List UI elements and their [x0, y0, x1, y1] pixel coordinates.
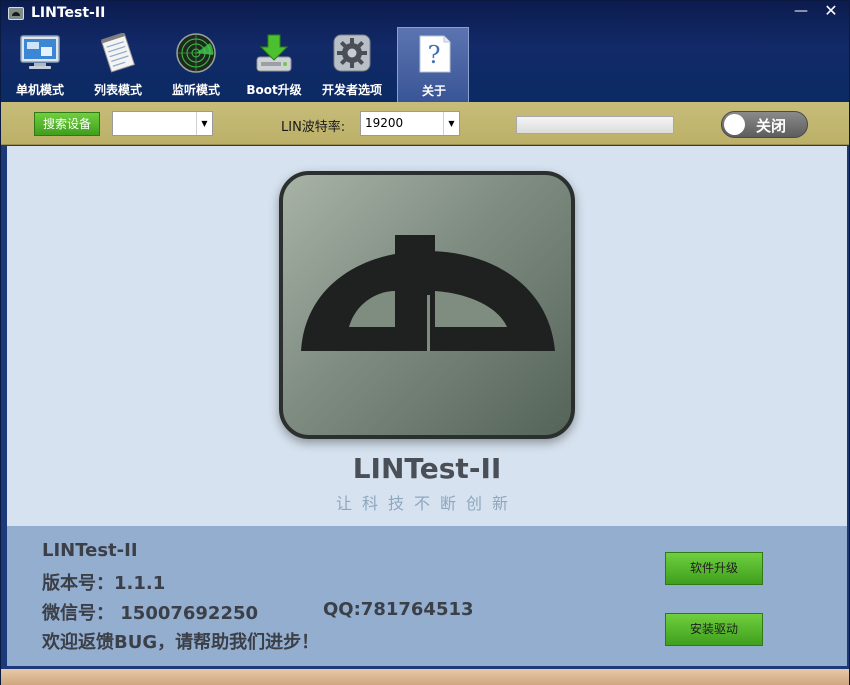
- tool-boot-upgrade[interactable]: Boot升级: [235, 27, 313, 102]
- info-app-name: LINTest-II: [42, 540, 138, 561]
- radar-icon: [176, 33, 216, 73]
- tool-standalone-mode[interactable]: 单机模式: [1, 27, 79, 102]
- tool-label: 单机模式: [15, 83, 64, 97]
- baud-rate-value: 19200: [365, 116, 404, 130]
- title-bar: LINTest-II — ✕: [1, 1, 849, 27]
- baud-rate-select[interactable]: 19200 ▼: [360, 111, 460, 136]
- download-drive-icon: [256, 34, 292, 72]
- info-panel: LINTest-II 版本号：1.1.1 微信号： 15007692250 QQ…: [7, 526, 847, 666]
- connection-toggle[interactable]: 关闭: [721, 111, 808, 138]
- toggle-label: 关闭: [756, 117, 787, 135]
- install-driver-button[interactable]: 安装驱动: [665, 613, 763, 646]
- info-feedback: 欢迎返馈BUG，请帮助我们进步！: [42, 632, 320, 653]
- app-name: LINTest-II: [352, 452, 502, 485]
- device-select[interactable]: ▼: [112, 111, 213, 136]
- toggle-knob: [724, 114, 745, 135]
- tool-label: 开发者选项: [321, 83, 382, 97]
- gear-icon: [333, 34, 371, 72]
- info-wechat: 微信号： 15007692250: [42, 603, 259, 624]
- notepad-icon: [101, 33, 135, 73]
- tool-list-mode[interactable]: 列表模式: [79, 27, 157, 102]
- chevron-down-icon: ▼: [196, 112, 212, 135]
- software-upgrade-button[interactable]: 软件升级: [665, 552, 763, 585]
- window-title: LINTest-II: [31, 5, 106, 21]
- help-icon: ?: [419, 35, 451, 73]
- app-slogan: 让科技不断创新: [335, 494, 518, 513]
- search-device-button[interactable]: 搜索设备: [34, 112, 100, 136]
- progress-bar: [516, 116, 674, 134]
- close-button[interactable]: ✕: [817, 3, 845, 21]
- window-bottom-border: [1, 669, 849, 685]
- logo-mark-icon: [301, 235, 555, 351]
- about-panel: LINTest-II 让科技不断创新: [7, 146, 847, 526]
- app-window: LINTest-II — ✕ 单机模式 列表模式 监听模式 Boot升级 开发者…: [0, 0, 850, 685]
- tool-label: 列表模式: [93, 83, 142, 97]
- app-logo: [279, 171, 575, 439]
- tool-label: 监听模式: [171, 83, 220, 97]
- header: LINTest-II — ✕ 单机模式 列表模式 监听模式 Boot升级 开发者…: [1, 1, 849, 102]
- tool-about[interactable]: ? 关于: [397, 27, 469, 102]
- tool-label: Boot升级: [246, 83, 302, 97]
- minimize-button[interactable]: —: [787, 3, 815, 21]
- toolbar: 单机模式 列表模式 监听模式 Boot升级 开发者选项 ? 关于: [1, 27, 849, 102]
- app-logo-icon: [8, 7, 24, 20]
- info-version: 版本号：1.1.1: [42, 573, 166, 594]
- tool-developer-options[interactable]: 开发者选项: [313, 27, 391, 102]
- chevron-down-icon: ▼: [443, 112, 459, 135]
- monitor-icon: [20, 35, 60, 69]
- tool-label: 关于: [421, 84, 446, 98]
- info-qq: QQ:781764513: [323, 599, 474, 620]
- baud-rate-label: LIN波特率:: [281, 120, 346, 135]
- svg-text:?: ?: [428, 41, 441, 69]
- tool-monitor-mode[interactable]: 监听模式: [157, 27, 235, 102]
